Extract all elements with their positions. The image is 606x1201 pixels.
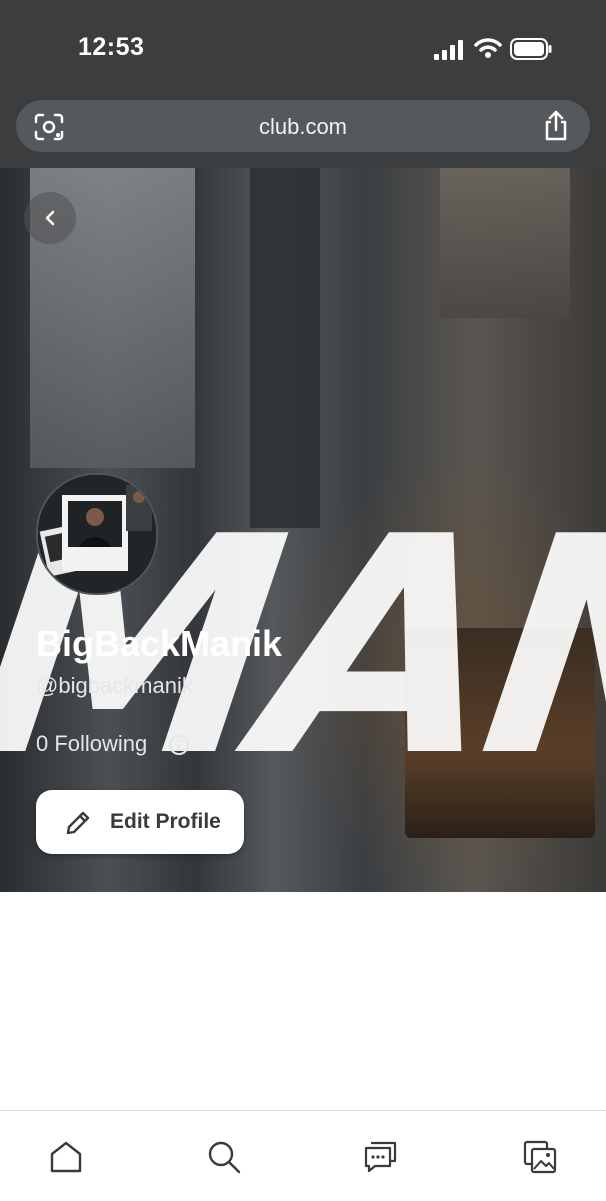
gallery-icon[interactable] [522,1139,558,1175]
bottom-nav [0,1110,606,1201]
edit-profile-button[interactable]: Edit Profile [36,790,244,854]
wifi-icon [474,38,502,58]
home-icon[interactable] [48,1139,84,1175]
chevron-left-icon [45,210,55,226]
share-icon[interactable] [542,110,570,142]
status-bar: 12:53 [0,0,606,92]
browser-toolbar: club.com [0,92,606,168]
status-time: 12:53 [78,33,145,61]
following-count[interactable]: 0 Following [36,731,147,757]
avatar-image [38,475,156,593]
battery-icon [510,38,552,60]
avatar[interactable] [36,473,158,595]
cellular-signal-icon [434,40,463,60]
banner-building [440,168,570,318]
pencil-icon [66,811,90,835]
display-name: BigBackManik [36,623,283,664]
messages-icon[interactable] [363,1139,399,1175]
edit-profile-label: Edit Profile [110,810,221,833]
search-icon[interactable] [206,1139,242,1175]
address-bar[interactable]: club.com [16,100,590,152]
url-text: club.com [258,114,348,139]
profile-banner: MAN BigBackManik @bigbackmanik 0 Followi… [0,168,606,892]
username-handle: @bigbackmanik [36,673,193,698]
info-icon[interactable] [168,734,190,756]
back-button[interactable] [24,192,76,244]
